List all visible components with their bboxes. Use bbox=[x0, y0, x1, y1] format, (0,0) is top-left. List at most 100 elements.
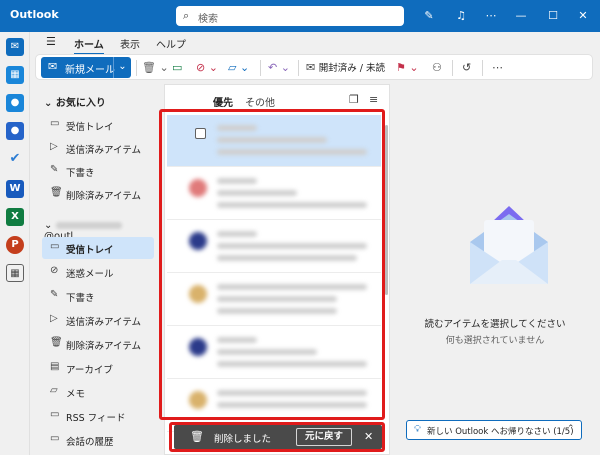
more-apps-icon[interactable]: ▦ bbox=[6, 264, 24, 282]
flag-icon[interactable]: ⚑ ⌄ bbox=[396, 59, 419, 77]
divider bbox=[482, 60, 483, 76]
folder-drafts[interactable]: ✎ 下書き bbox=[42, 285, 154, 307]
favorite-drafts[interactable]: ✎ 下書き bbox=[42, 160, 154, 182]
report-icon[interactable]: ⊘ ⌄ bbox=[196, 59, 218, 77]
folder-conversation-history[interactable]: ▭ 会話の履歴 bbox=[42, 429, 154, 451]
powerpoint-app-icon[interactable]: P bbox=[6, 236, 24, 254]
folder-label: 下書き bbox=[66, 293, 95, 304]
archive-icon: ▤ bbox=[50, 361, 60, 372]
chevron-up-icon[interactable]: ⌃ bbox=[567, 424, 575, 434]
inbox-icon: ▭ bbox=[50, 241, 60, 252]
trash-icon: 🗑︎ bbox=[50, 187, 63, 198]
delete-icon[interactable]: 🗑︎ ⌄ bbox=[142, 59, 169, 77]
tab-focused[interactable]: 優先 bbox=[213, 94, 233, 109]
divider bbox=[452, 60, 453, 76]
folder-label: 削除済みアイテム bbox=[66, 341, 142, 352]
folder-icon: ▭ bbox=[50, 409, 60, 420]
search-icon: ⌕ bbox=[183, 9, 190, 22]
todo-app-icon[interactable]: ✔ bbox=[6, 150, 24, 168]
folder-label: RSS フィード bbox=[66, 413, 126, 424]
more-options-icon[interactable]: ⋯ bbox=[492, 59, 503, 77]
favorite-inbox[interactable]: ▭ 受信トレイ bbox=[42, 114, 154, 136]
undo-button[interactable]: 元に戻す bbox=[296, 428, 352, 446]
folder-label: メモ bbox=[66, 389, 86, 400]
envelope-illustration bbox=[470, 206, 548, 284]
folder-label: 削除済みアイテム bbox=[66, 191, 142, 202]
people-icon[interactable]: ⚇ bbox=[432, 59, 442, 77]
folder-label: 受信トレイ bbox=[66, 245, 114, 256]
pencil-icon: ✎ bbox=[50, 289, 59, 300]
tab-help[interactable]: ヘルプ bbox=[156, 36, 186, 51]
welcome-back-banner[interactable]: 💡︎ 新しい Outlook へお帰りなさい (1/5) ⌃ bbox=[406, 420, 582, 440]
close-icon[interactable]: ✕ bbox=[574, 7, 592, 25]
junk-icon: ⊘ bbox=[50, 265, 59, 276]
archive-icon[interactable]: ▭ bbox=[172, 59, 182, 77]
folder-notes[interactable]: ▱ メモ bbox=[42, 381, 154, 403]
folder-deleted[interactable]: 🗑︎ 削除済みアイテム bbox=[42, 333, 154, 355]
reply-all-icon[interactable]: ↶ ⌄ bbox=[268, 59, 290, 77]
new-mail-label: 新規メール bbox=[65, 65, 115, 76]
favorites-header[interactable]: ⌄ お気に入り bbox=[44, 94, 106, 109]
reading-pane-subtitle: 何も選択されていません bbox=[445, 336, 545, 346]
search-input[interactable]: ⌕ 検索 bbox=[176, 6, 404, 26]
mail-icon: ✉ bbox=[48, 60, 58, 73]
maximize-icon[interactable]: ☐ bbox=[544, 7, 562, 25]
filter-icon[interactable]: ≡ bbox=[369, 93, 378, 106]
search-placeholder: 検索 bbox=[198, 14, 218, 25]
folder-label: 送信済みアイテム bbox=[66, 145, 142, 156]
app-rail: ✉ ▦ ● ● ✔ W X P ▦ bbox=[0, 32, 30, 455]
inbox-icon: ▭ bbox=[50, 118, 60, 129]
tab-other[interactable]: その他 bbox=[245, 94, 275, 109]
scrollbar[interactable] bbox=[385, 125, 388, 295]
folder-archive[interactable]: ▤ アーカイブ bbox=[42, 357, 154, 379]
folder-label: 下書き bbox=[66, 168, 95, 179]
close-icon[interactable]: ✕ bbox=[364, 430, 373, 443]
folder-pane: ⌄ お気に入り ▭ 受信トレイ ▷ 送信済みアイテム ✎ 下書き 🗑︎ 削除済み… bbox=[32, 84, 156, 455]
folder-label: 迷惑メール bbox=[66, 269, 114, 280]
mark-read-button[interactable]: ✉ 開封済み / 未読 bbox=[306, 59, 385, 77]
folder-inbox[interactable]: ▭ 受信トレイ bbox=[42, 237, 154, 259]
divider bbox=[298, 60, 299, 76]
send-icon: ▷ bbox=[50, 313, 58, 324]
banner-label: 新しい Outlook へお帰りなさい (1/5) bbox=[427, 427, 574, 437]
trash-icon: 🗑︎ bbox=[50, 337, 63, 348]
folder-rss[interactable]: ▭ RSS フィード bbox=[42, 405, 154, 427]
favorite-deleted[interactable]: 🗑︎ 削除済みアイテム bbox=[42, 183, 154, 205]
toast-message: 削除しました bbox=[214, 434, 272, 445]
chevron-down-icon[interactable]: ⌄ bbox=[113, 57, 131, 78]
undo-toast: 🗑︎ 削除しました 元に戻す ✕ bbox=[174, 425, 382, 449]
send-icon: ▷ bbox=[50, 141, 58, 152]
trash-icon: 🗑︎ bbox=[190, 430, 204, 443]
app-title: Outlook bbox=[10, 8, 59, 21]
pencil-icon: ✎ bbox=[50, 164, 59, 175]
people-app-icon[interactable]: ● bbox=[6, 94, 24, 112]
excel-app-icon[interactable]: X bbox=[6, 208, 24, 226]
compose-note-icon[interactable]: ✎ bbox=[420, 7, 438, 25]
divider bbox=[260, 60, 261, 76]
title-bar: Outlook ⌕ 検索 ✎ ♫ ⋯ — ☐ ✕ bbox=[0, 0, 600, 32]
calendar-app-icon[interactable]: ▦ bbox=[6, 66, 24, 84]
reading-pane: 読むアイテムを選択してください 何も選択されていません 💡︎ 新しい Outlo… bbox=[396, 84, 594, 449]
tab-view[interactable]: 表示 bbox=[120, 36, 140, 51]
move-folder-icon[interactable]: ▱ ⌄ bbox=[228, 59, 249, 77]
note-icon: ▱ bbox=[50, 385, 58, 396]
word-app-icon[interactable]: W bbox=[6, 180, 24, 198]
more-icon[interactable]: ⋯ bbox=[482, 7, 500, 25]
folder-junk[interactable]: ⊘ 迷惑メール bbox=[42, 261, 154, 283]
minimize-icon[interactable]: — bbox=[512, 7, 530, 25]
mail-app-icon[interactable]: ✉ bbox=[6, 38, 24, 56]
tab-home[interactable]: ホーム bbox=[74, 36, 104, 55]
select-icon[interactable]: ❐ bbox=[349, 93, 359, 106]
folder-icon: ▭ bbox=[50, 433, 60, 444]
bell-icon[interactable]: ♫ bbox=[452, 7, 470, 25]
ribbon-toolbar: ✉ 新規メール ⌄ 🗑︎ ⌄ ▭ ⊘ ⌄ ▱ ⌄ ↶ ⌄ ✉ 開封済み / 未読… bbox=[35, 54, 593, 80]
account-name-blurred bbox=[55, 221, 122, 229]
favorites-header-label: お気に入り bbox=[55, 98, 106, 109]
new-mail-button[interactable]: ✉ 新規メール ⌄ bbox=[41, 57, 131, 78]
undo-icon[interactable]: ↺ bbox=[462, 59, 471, 77]
folder-label: 受信トレイ bbox=[66, 122, 114, 133]
folder-sent[interactable]: ▷ 送信済みアイテム bbox=[42, 309, 154, 331]
hamburger-icon[interactable]: ☰ bbox=[46, 35, 56, 48]
groups-app-icon[interactable]: ● bbox=[6, 122, 24, 140]
favorite-sent[interactable]: ▷ 送信済みアイテム bbox=[42, 137, 154, 159]
